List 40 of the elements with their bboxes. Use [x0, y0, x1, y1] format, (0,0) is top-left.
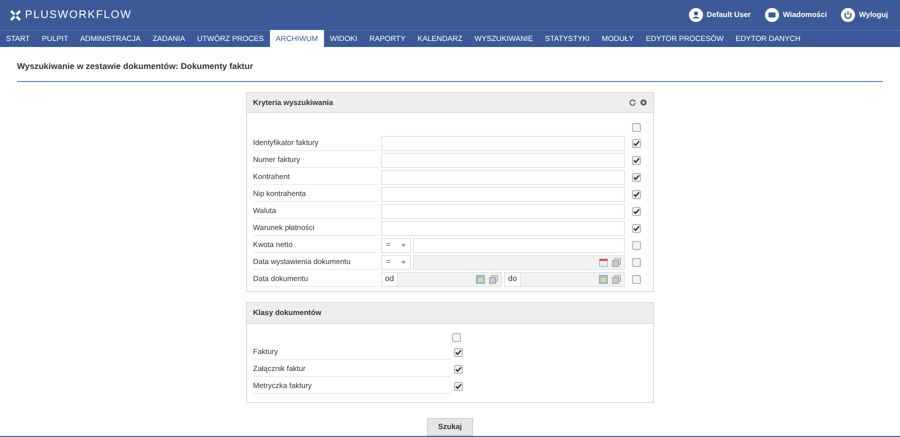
logo-icon — [10, 10, 21, 20]
clear-icon[interactable] — [489, 274, 498, 284]
checkbox[interactable] — [452, 333, 461, 342]
checkbox[interactable] — [632, 138, 641, 148]
input-field[interactable] — [381, 136, 625, 151]
checkbox[interactable] — [632, 190, 641, 199]
checkbox[interactable] — [454, 364, 463, 374]
power-icon — [840, 8, 855, 22]
calendar-icon[interactable] — [476, 274, 485, 284]
checkbox[interactable] — [632, 156, 641, 165]
checkbox[interactable] — [632, 274, 641, 284]
checkbox[interactable] — [632, 123, 641, 132]
calendar-icon[interactable] — [599, 274, 608, 284]
caret-icon — [401, 244, 406, 247]
calendar-icon[interactable] — [599, 258, 608, 267]
date-field[interactable] — [413, 254, 625, 270]
refresh-icon[interactable] — [629, 98, 636, 106]
page-title: Wyszukiwanie w zestawie dokumentów: Dokumenty faktur — [17, 60, 254, 73]
caret-icon — [401, 260, 406, 264]
logo-text: PLUSWORKFLOW — [25, 8, 132, 23]
input-field[interactable] — [413, 238, 625, 253]
input-field[interactable] — [381, 170, 625, 185]
date-range-field[interactable]: od — [381, 272, 502, 287]
checkbox[interactable] — [454, 348, 463, 357]
input-field[interactable] — [381, 204, 625, 219]
operator-select[interactable]: = — [381, 238, 411, 253]
user-icon — [688, 8, 703, 22]
checkbox[interactable] — [632, 224, 641, 233]
checkbox[interactable] — [454, 382, 463, 391]
checkbox[interactable] — [632, 206, 641, 216]
input-field[interactable] — [381, 220, 625, 236]
checkbox[interactable] — [632, 172, 641, 182]
operator-select[interactable]: = — [381, 254, 411, 270]
envelope-icon — [764, 8, 779, 22]
checkbox[interactable] — [632, 240, 641, 250]
settings-icon[interactable] — [640, 98, 647, 106]
input-field[interactable] — [381, 186, 625, 202]
checkbox[interactable] — [632, 258, 641, 267]
date-range-field[interactable]: do — [504, 272, 625, 287]
input-field[interactable] — [381, 152, 625, 168]
